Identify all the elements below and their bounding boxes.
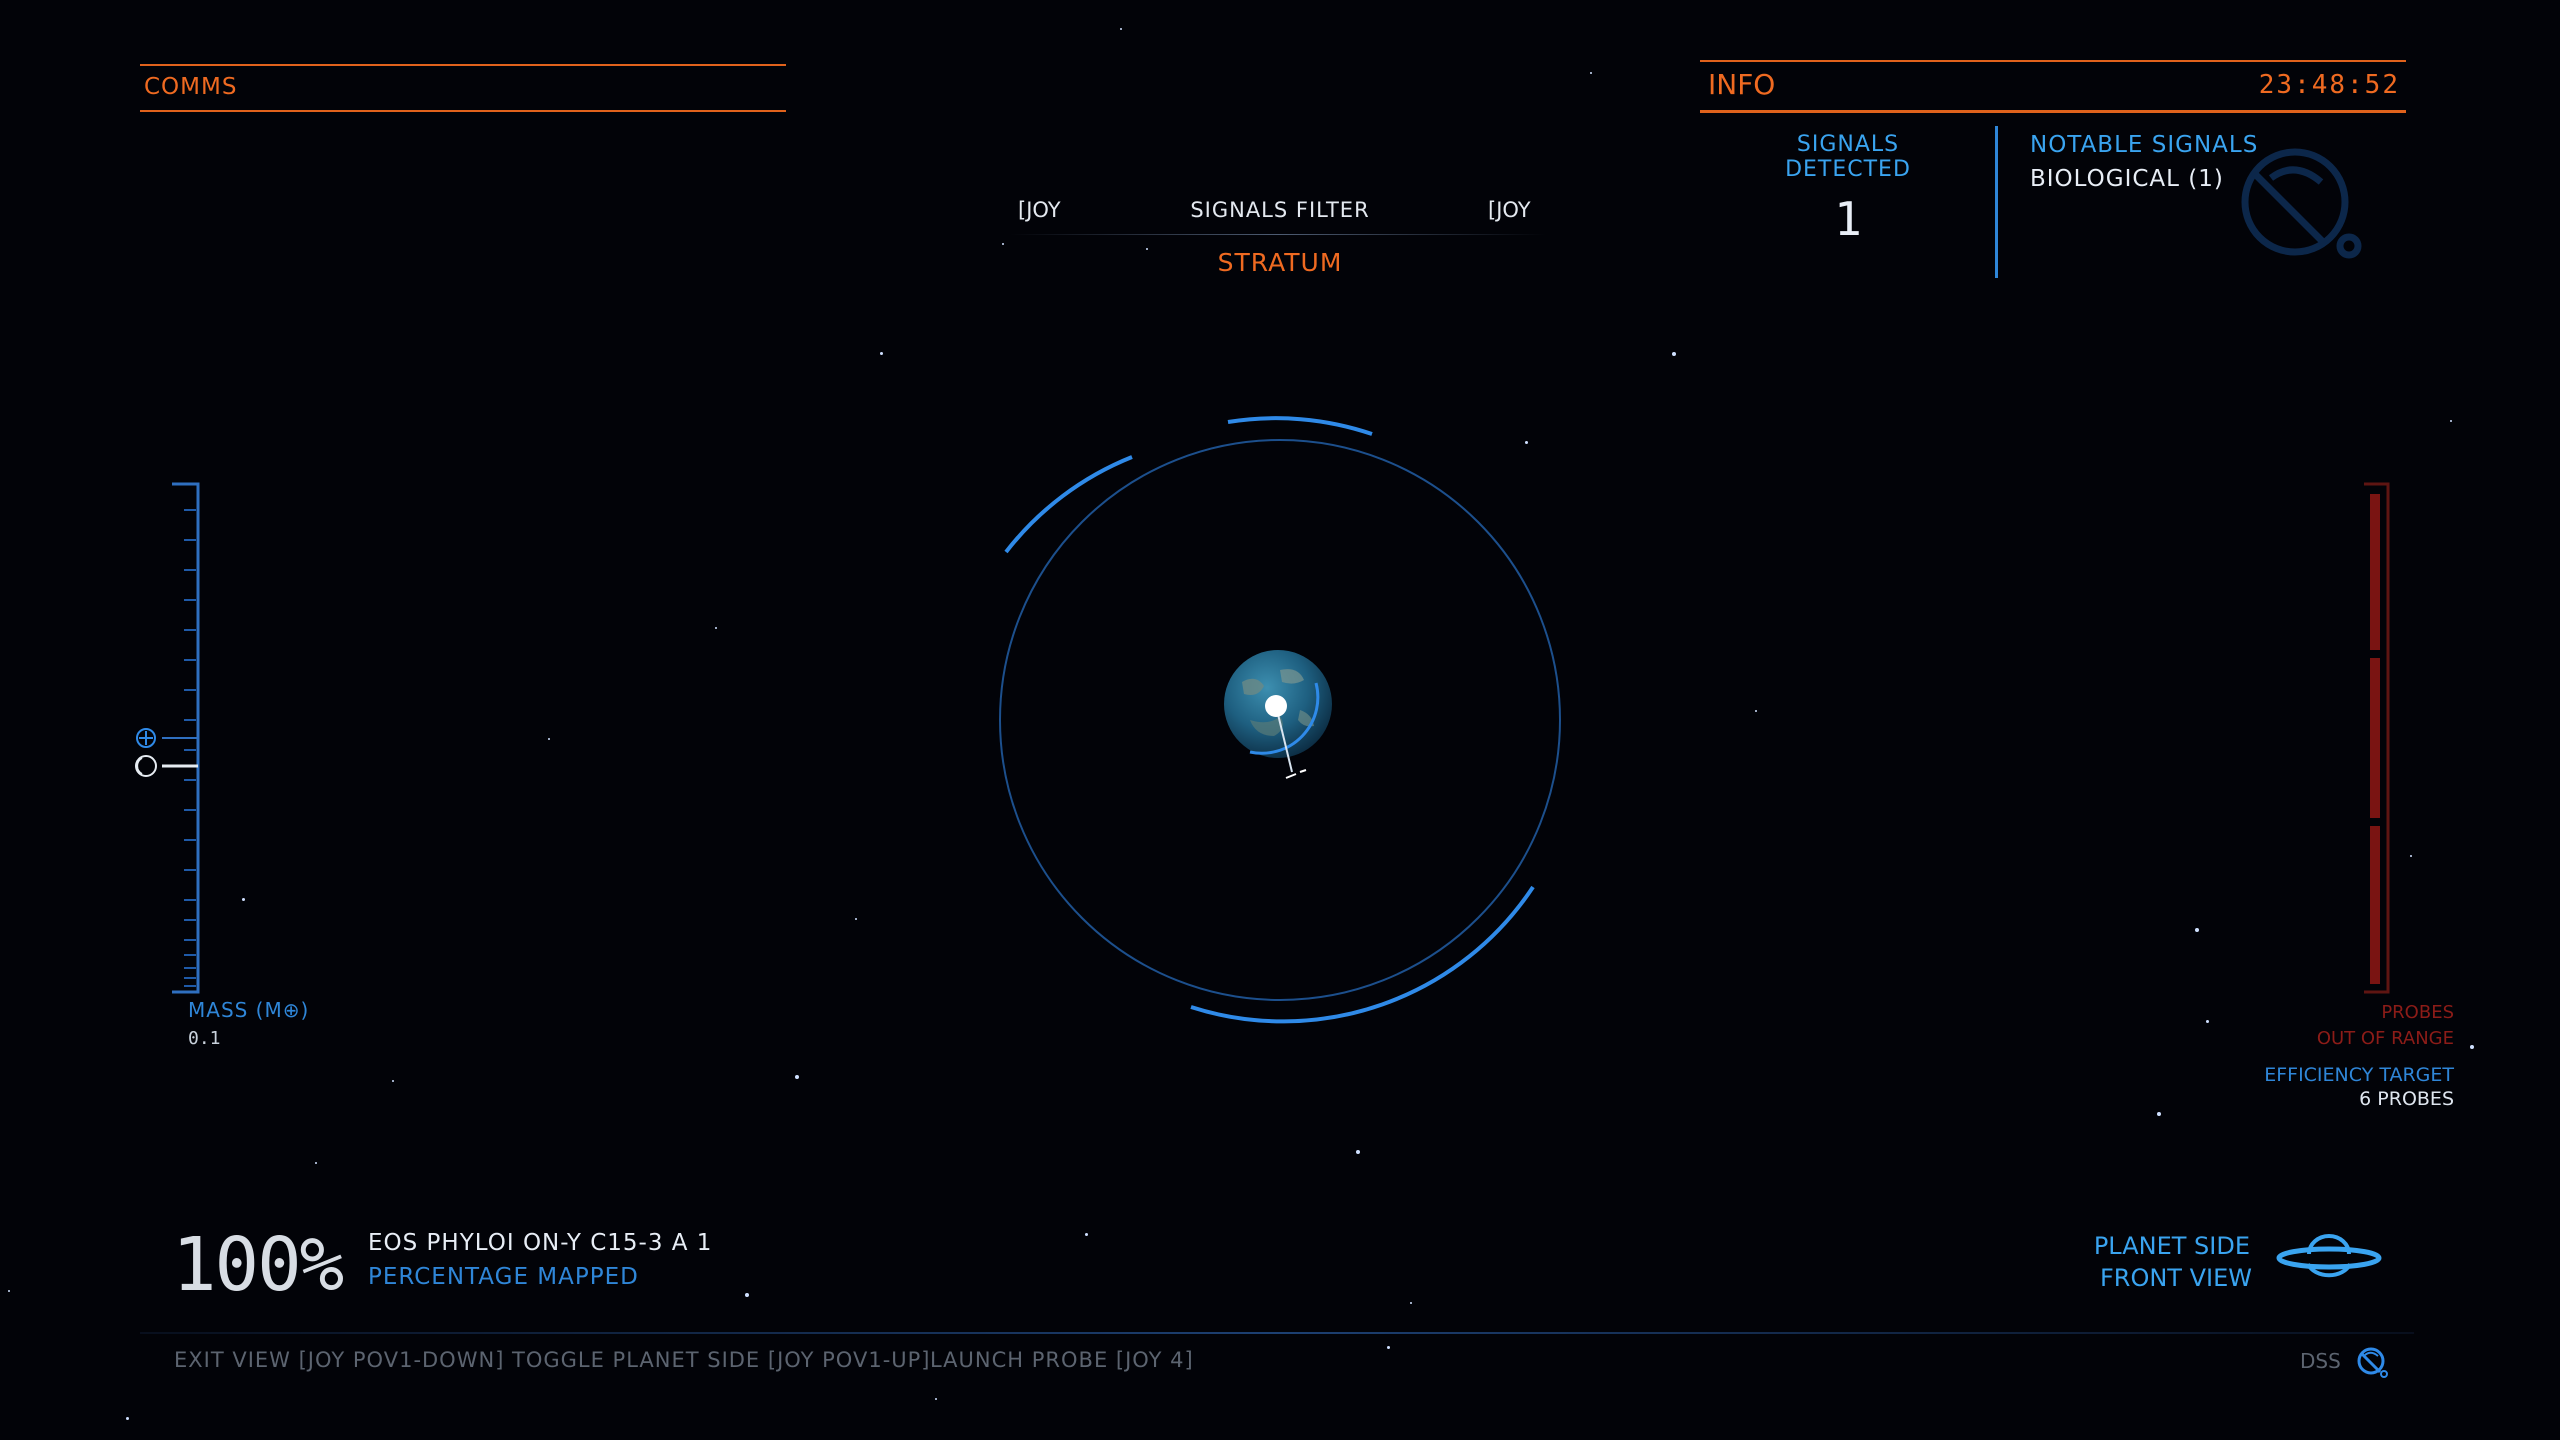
view-mode-line2[interactable]: FRONT VIEW bbox=[2100, 1264, 2252, 1292]
surface-scanner-icon bbox=[2241, 148, 2362, 259]
efficiency-target-label: EFFICIENCY TARGET bbox=[2264, 1064, 2454, 1086]
signals-filter-value[interactable]: STRATUM bbox=[1150, 248, 1410, 277]
signals-detected-count: 1 bbox=[1834, 192, 1862, 246]
efficiency-target-value: 6 PROBES bbox=[2359, 1088, 2454, 1110]
hint-toggle-planet-side[interactable]: TOGGLE PLANET SIDE [JOY POV1-UP] bbox=[512, 1348, 931, 1372]
planet-probe-target[interactable] bbox=[980, 400, 1580, 1040]
dss-label: DSS bbox=[2300, 1349, 2341, 1373]
filter-divider bbox=[1010, 234, 1546, 235]
info-divider bbox=[1995, 126, 1998, 278]
hint-exit-view[interactable]: EXIT VIEW [JOY POV1-DOWN] bbox=[174, 1348, 504, 1372]
probe-marker bbox=[1285, 769, 1307, 779]
probe-cursor bbox=[1265, 695, 1287, 717]
percentage-mapped-value: 100% bbox=[172, 1222, 344, 1308]
info-panel-header: INFO 23:48:52 bbox=[1700, 60, 2406, 113]
comms-title: COMMS bbox=[144, 74, 238, 100]
bottom-divider bbox=[140, 1332, 2414, 1334]
notable-signal-item: BIOLOGICAL (1) bbox=[2030, 166, 2224, 192]
ring-planet-icon[interactable] bbox=[2274, 1232, 2384, 1286]
probes-status-line1: PROBES bbox=[2381, 1002, 2454, 1023]
mass-label: MASS (M⊕) bbox=[188, 998, 310, 1022]
percentage-mapped-label: PERCENTAGE MAPPED bbox=[368, 1264, 639, 1290]
mass-value: 0.1 bbox=[188, 1028, 221, 1049]
filter-next-key[interactable]: [JOY bbox=[1488, 198, 1531, 222]
hint-launch-probe[interactable]: LAUNCH PROBE [JOY 4] bbox=[930, 1348, 1194, 1372]
probe-gauge bbox=[2364, 482, 2390, 994]
clock: 23:48:52 bbox=[2258, 70, 2400, 100]
filter-prev-key[interactable]: [JOY bbox=[1018, 198, 1061, 222]
view-mode-line1[interactable]: PLANET SIDE bbox=[2094, 1232, 2250, 1260]
comms-panel[interactable]: COMMS bbox=[140, 64, 786, 112]
probes-status-line2: OUT OF RANGE bbox=[2316, 1028, 2454, 1049]
mass-earth-icon bbox=[136, 728, 156, 748]
body-name: EOS PHYLOI ON-Y C15-3 A 1 bbox=[368, 1230, 713, 1256]
dss-icon bbox=[2357, 1347, 2388, 1378]
moon-icon bbox=[135, 755, 157, 777]
signals-filter-title: SIGNALS FILTER bbox=[1190, 198, 1370, 222]
mass-gauge bbox=[135, 482, 200, 994]
signals-detected-label: SIGNALS DETECTED bbox=[1785, 132, 1911, 182]
probes-status: PROBES OUT OF RANGE bbox=[2317, 1000, 2454, 1052]
info-title: INFO bbox=[1708, 68, 1776, 101]
